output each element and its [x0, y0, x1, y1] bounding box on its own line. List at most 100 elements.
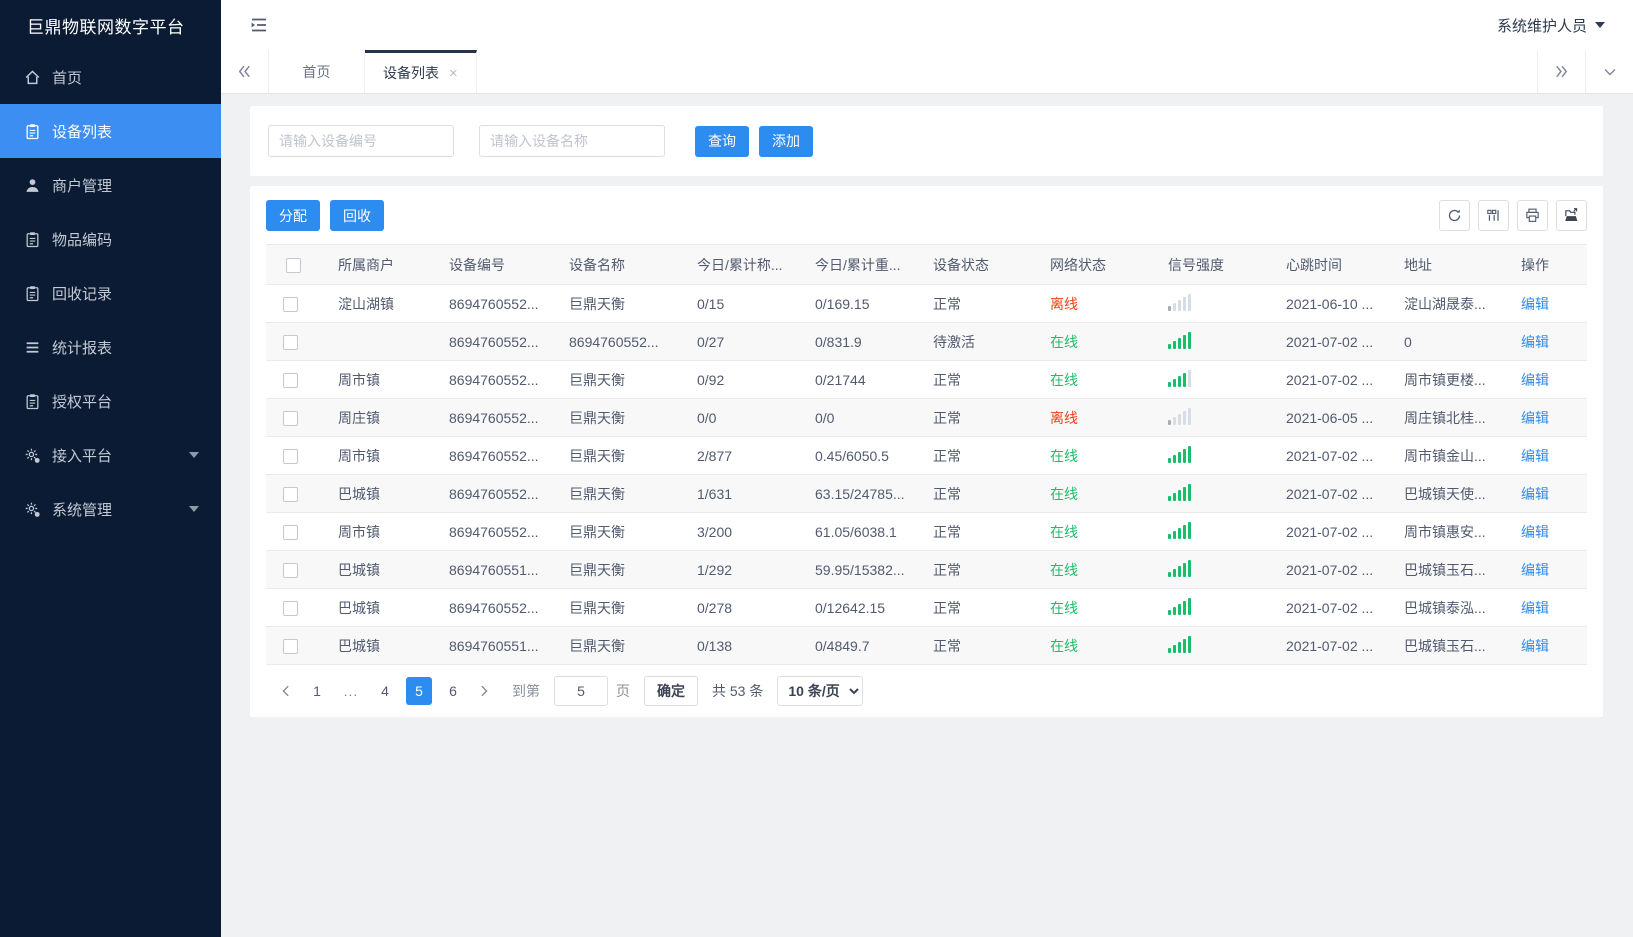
gear-icon [24, 501, 41, 518]
device-no-cell: 8694760552... [431, 398, 551, 437]
edit-link[interactable]: 编辑 [1521, 486, 1549, 502]
today-weight-cell: 0/4849.7 [797, 626, 915, 665]
columns-icon[interactable] [1478, 200, 1509, 231]
page-number-4[interactable]: 4 [372, 677, 398, 705]
next-page-icon[interactable] [470, 677, 498, 705]
edit-link[interactable]: 编辑 [1521, 600, 1549, 616]
table-toolbar: 分配 回收 [266, 200, 1587, 231]
device-no-cell: 8694760551... [431, 626, 551, 665]
table-row: 周市镇 8694760552... 巨鼎天衡 3/200 61.05/6038.… [266, 512, 1587, 551]
sidebar-item-label: 首页 [52, 69, 83, 87]
row-checkbox[interactable] [282, 562, 298, 578]
add-button[interactable]: 添加 [759, 125, 813, 157]
sidebar-item-label: 系统管理 [52, 501, 113, 519]
chevron-down-icon [189, 506, 199, 512]
tabbar-spacer [477, 50, 1537, 93]
user-menu[interactable]: 系统维护人员 [1497, 15, 1605, 36]
device-no-cell: 8694760552... [431, 360, 551, 399]
merchant-cell: 巴城镇 [320, 550, 431, 589]
row-checkbox[interactable] [282, 410, 298, 426]
row-checkbox[interactable] [282, 296, 298, 312]
sidebar-item-auth-platform[interactable]: 授权平台 [0, 374, 221, 428]
device-name-cell: 巨鼎天衡 [551, 512, 679, 551]
export-icon[interactable] [1556, 200, 1587, 231]
edit-link[interactable]: 编辑 [1521, 448, 1549, 464]
sidebar-item-device-list[interactable]: 设备列表 [0, 104, 221, 158]
sidebar-item-stats-report[interactable]: 统计报表 [0, 320, 221, 374]
sidebar-item-label: 物品编码 [52, 231, 113, 249]
column-header: 今日/累计重... [797, 244, 915, 285]
tab-device-list[interactable]: 设备列表 × [365, 50, 477, 93]
network-status: 在线 [1032, 322, 1150, 361]
today-weight-cell: 63.15/24785... [797, 474, 915, 513]
page-number-5[interactable]: 5 [406, 677, 432, 705]
row-checkbox[interactable] [282, 600, 298, 616]
page-ellipsis[interactable]: ... [338, 677, 364, 705]
sidebar-item-access-platform[interactable]: 接入平台 [0, 428, 221, 482]
sidebar-item-recycle-record[interactable]: 回收记录 [0, 266, 221, 320]
goto-confirm-button[interactable]: 确定 [644, 676, 698, 706]
row-checkbox[interactable] [282, 486, 298, 502]
heartbeat-cell: 2021-07-02 ... [1268, 626, 1386, 665]
edit-link[interactable]: 编辑 [1521, 562, 1549, 578]
prev-page-icon[interactable] [272, 677, 300, 705]
user-name: 系统维护人员 [1496, 17, 1587, 35]
tab-close-icon[interactable]: × [449, 66, 458, 81]
assign-button[interactable]: 分配 [266, 200, 320, 231]
signal-strength-icon [1168, 293, 1191, 311]
row-checkbox[interactable] [282, 448, 298, 464]
tabs-scroll-right-button[interactable] [1537, 50, 1585, 93]
goto-page-input[interactable] [554, 676, 608, 706]
row-checkbox[interactable] [282, 334, 298, 350]
edit-link[interactable]: 编辑 [1521, 334, 1549, 350]
recycle-button[interactable]: 回收 [330, 200, 384, 231]
row-checkbox[interactable] [282, 638, 298, 654]
network-status: 在线 [1032, 436, 1150, 475]
tab-home[interactable]: 首页 [269, 50, 365, 93]
column-header: 今日/累计称... [679, 244, 797, 285]
content-area: 查询 添加 分配 回收 [221, 94, 1633, 937]
rows-icon [24, 339, 41, 356]
clipboard-icon [24, 231, 41, 248]
edit-link[interactable]: 编辑 [1521, 372, 1549, 388]
device-no-cell: 8694760552... [431, 322, 551, 361]
row-checkbox[interactable] [282, 524, 298, 540]
print-icon[interactable] [1517, 200, 1548, 231]
address-cell: 周市镇更楼... [1386, 360, 1503, 399]
sidebar-item-label: 接入平台 [52, 447, 113, 465]
network-status: 在线 [1032, 626, 1150, 665]
sidebar-item-home[interactable]: 首页 [0, 50, 221, 104]
sidebar-item-system-manage[interactable]: 系统管理 [0, 482, 221, 536]
user-caret-down-icon [1595, 22, 1605, 28]
device-no-cell: 8694760551... [431, 550, 551, 589]
column-header: 设备状态 [915, 244, 1032, 285]
tabs-menu-button[interactable] [1585, 50, 1633, 93]
page-size-select[interactable]: 10 条/页 [777, 676, 864, 706]
column-header: 操作 [1503, 244, 1587, 285]
sidebar-item-merchant-manage[interactable]: 商户管理 [0, 158, 221, 212]
device-no-input[interactable] [268, 125, 454, 157]
topbar: 系统维护人员 [221, 0, 1633, 50]
query-button[interactable]: 查询 [695, 125, 749, 157]
address-cell: 巴城镇天使... [1386, 474, 1503, 513]
page-number-1[interactable]: 1 [304, 677, 330, 705]
edit-link[interactable]: 编辑 [1521, 410, 1549, 426]
goto-suffix-label: 页 [616, 683, 630, 699]
sidebar-fold-icon[interactable] [247, 13, 271, 37]
total-count-label: 共 53 条 [712, 683, 764, 699]
row-checkbox[interactable] [282, 372, 298, 388]
edit-link[interactable]: 编辑 [1521, 296, 1549, 312]
network-status: 在线 [1032, 512, 1150, 551]
select-all-checkbox[interactable] [285, 257, 301, 273]
network-status: 在线 [1032, 588, 1150, 627]
tabs-scroll-left-button[interactable] [221, 50, 269, 93]
refresh-icon[interactable] [1439, 200, 1470, 231]
column-header: 心跳时间 [1268, 244, 1386, 285]
today-count-cell: 1/292 [679, 550, 797, 589]
device-name-input[interactable] [479, 125, 665, 157]
sidebar-item-item-code[interactable]: 物品编码 [0, 212, 221, 266]
column-header: 地址 [1386, 244, 1503, 285]
edit-link[interactable]: 编辑 [1521, 638, 1549, 654]
page-number-6[interactable]: 6 [440, 677, 466, 705]
edit-link[interactable]: 编辑 [1521, 524, 1549, 540]
